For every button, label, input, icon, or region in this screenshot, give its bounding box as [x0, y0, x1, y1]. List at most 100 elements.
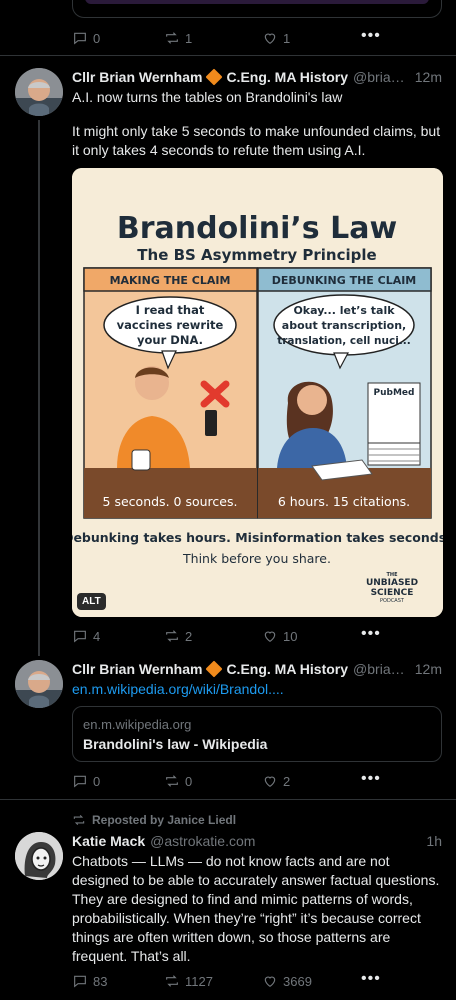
post-header: Katie Mack @astrokatie.com 1h — [72, 831, 442, 851]
link-preview-card[interactable]: en.m.wikipedia.org Brandolini's law - Wi… — [72, 706, 442, 762]
repost-count: 0 — [185, 773, 193, 789]
left-bubble-line: I read that — [136, 303, 205, 317]
post-time[interactable]: 12m — [415, 69, 442, 85]
repost-label: Reposted by Janice Liedl — [92, 813, 237, 827]
post-header: Cllr Brian Wernham C.Eng. MA History @br… — [72, 67, 442, 87]
heart-icon — [264, 33, 276, 45]
heart-icon — [264, 976, 276, 988]
post-actions: 0 0 2 — [72, 771, 382, 791]
link-card-title: Brandolini's law - Wikipedia — [83, 736, 268, 752]
previous-post-card[interactable] — [72, 0, 442, 18]
thread-line — [38, 120, 40, 656]
reply-button[interactable]: 0 — [72, 30, 164, 46]
divider — [0, 799, 456, 800]
like-button[interactable]: 1 — [262, 30, 290, 46]
post-image[interactable]: Brandolini’s Law The BS Asymmetry Princi… — [72, 168, 443, 617]
repost-count: 1127 — [185, 973, 213, 989]
author-credentials: C.Eng. MA History — [226, 69, 349, 85]
repost-button[interactable]: 0 — [164, 773, 262, 789]
right-bubble-line: translation, cell nuci... — [277, 335, 411, 347]
footer-line1: Debunking takes hours. Misinformation ta… — [72, 530, 443, 545]
repost-icon — [73, 814, 85, 826]
repost-icon — [166, 975, 178, 987]
reply-icon — [74, 630, 86, 643]
avatar-photo — [15, 68, 63, 116]
podcast-logo-line2: SCIENCE — [371, 588, 414, 598]
like-button[interactable]: 2 — [262, 773, 290, 789]
reply-icon — [74, 975, 86, 988]
reply-button[interactable]: 0 — [72, 773, 164, 789]
repost-indicator[interactable]: Reposted by Janice Liedl — [72, 813, 236, 827]
author-name[interactable]: Cllr Brian Wernham — [72, 69, 202, 85]
repost-count: 2 — [185, 628, 193, 644]
author-handle[interactable]: @brian... — [353, 661, 409, 677]
repost-button[interactable]: 1127 — [164, 973, 262, 989]
avatar[interactable] — [15, 832, 63, 880]
left-panel-header: MAKING THE CLAIM — [110, 274, 231, 287]
repost-button[interactable]: 1 — [164, 30, 262, 46]
like-count: 3669 — [283, 973, 312, 989]
alt-badge[interactable]: ALT — [77, 593, 106, 610]
orange-diamond-icon — [205, 660, 223, 678]
right-caption: 6 hours. 15 citations. — [278, 494, 410, 509]
avatar-photo — [15, 660, 63, 708]
reply-count: 4 — [93, 628, 101, 644]
like-count: 10 — [283, 628, 298, 644]
left-bubble-line: your DNA. — [137, 333, 203, 347]
author-name[interactable]: Cllr Brian Wernham — [72, 661, 202, 677]
right-panel-header: DEBUNKING THE CLAIM — [272, 274, 417, 287]
reply-icon — [74, 32, 86, 45]
reply-count: 83 — [93, 973, 108, 989]
reply-icon — [74, 775, 86, 788]
reply-count: 0 — [93, 30, 101, 46]
footer-line2: Think before you share. — [182, 551, 331, 566]
infographic-subtitle: The BS Asymmetry Principle — [137, 246, 376, 264]
previous-post-actions: 0 1 1 — [72, 28, 382, 48]
previous-post-media — [85, 0, 429, 4]
post-text-line2: It might only take 5 seconds to make unf… — [72, 123, 441, 158]
reply-count: 0 — [93, 773, 101, 789]
like-count: 1 — [283, 30, 291, 46]
repost-icon — [166, 775, 178, 787]
podcast-logo-line1: UNBIASED — [366, 578, 418, 588]
author-credentials: C.Eng. MA History — [226, 661, 349, 677]
more-options-icon[interactable]: ••• — [361, 625, 381, 643]
heart-icon — [264, 776, 276, 788]
post-actions: 4 2 10 — [72, 626, 382, 646]
author-handle[interactable]: @brian... — [353, 69, 409, 85]
repost-icon — [166, 630, 178, 642]
post-link[interactable]: en.m.wikipedia.org/wiki/Brandol.... — [72, 680, 442, 699]
post-text-line1: A.I. now turns the tables on Brandolini'… — [72, 89, 343, 105]
infographic-title: Brandolini’s Law — [117, 211, 397, 246]
repost-count: 1 — [185, 30, 193, 46]
avatar[interactable] — [15, 660, 63, 708]
post-time[interactable]: 1h — [426, 833, 442, 849]
left-caption: 5 seconds. 0 sources. — [103, 494, 238, 509]
post-text: Chatbots — LLMs — do not know facts and … — [72, 853, 440, 964]
podcast-logo-line3: PODCAST — [380, 598, 405, 604]
more-options-icon[interactable]: ••• — [361, 27, 381, 45]
orange-diamond-icon — [205, 68, 223, 86]
brandolini-infographic: Brandolini’s Law The BS Asymmetry Princi… — [72, 168, 443, 617]
reply-button[interactable]: 4 — [72, 628, 164, 644]
heart-icon — [264, 631, 276, 643]
reply-button[interactable]: 83 — [72, 973, 164, 989]
pubmed-label: PubMed — [374, 388, 415, 398]
author-name[interactable]: Katie Mack — [72, 833, 145, 849]
divider — [0, 55, 456, 56]
more-options-icon[interactable]: ••• — [361, 770, 381, 788]
post-header: Cllr Brian Wernham C.Eng. MA History @br… — [72, 659, 442, 679]
link-card-domain: en.m.wikipedia.org — [83, 717, 192, 732]
like-count: 2 — [283, 773, 291, 789]
avatar[interactable] — [15, 68, 63, 116]
like-button[interactable]: 10 — [262, 628, 297, 644]
post-time[interactable]: 12m — [415, 661, 442, 677]
repost-button[interactable]: 2 — [164, 628, 262, 644]
more-options-icon[interactable]: ••• — [361, 970, 381, 988]
avatar-drawing — [15, 832, 63, 880]
right-bubble-line: about transcription, — [282, 319, 406, 332]
like-button[interactable]: 3669 — [262, 973, 312, 989]
right-bubble-line: Okay... let’s talk — [293, 304, 395, 317]
left-bubble-line: vaccines rewrite — [117, 318, 224, 332]
author-handle[interactable]: @astrokatie.com — [150, 833, 420, 849]
